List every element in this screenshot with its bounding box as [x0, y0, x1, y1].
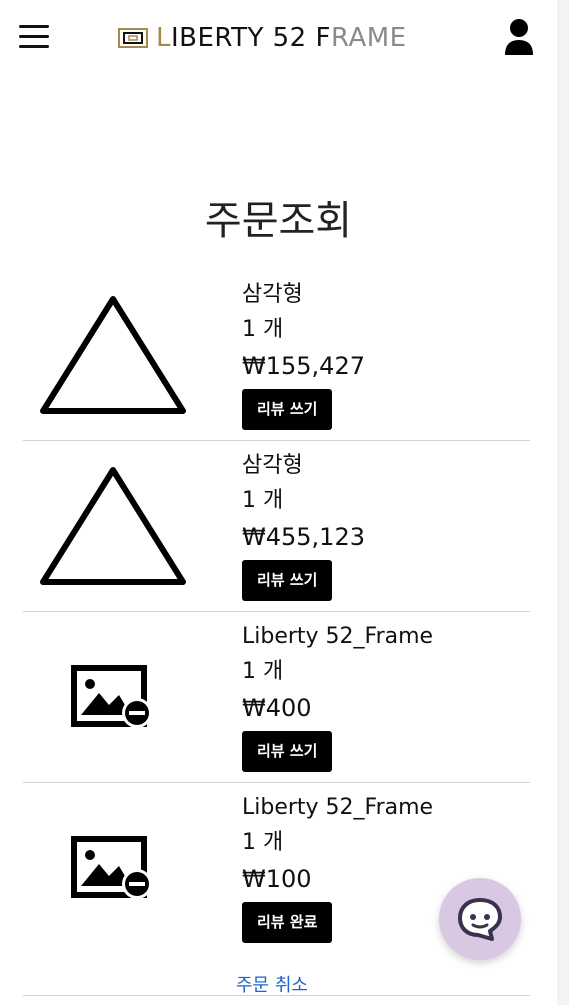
divider: [23, 995, 530, 996]
product-price: ₩455,123: [242, 523, 365, 551]
frame-logo-icon: [118, 28, 148, 48]
product-quantity: 1 개: [242, 830, 284, 855]
product-price: ₩400: [242, 694, 312, 722]
write-review-button[interactable]: 리뷰 쓰기: [242, 560, 333, 601]
cancel-order-link[interactable]: 주문 취소: [236, 971, 308, 997]
chat-button[interactable]: [439, 878, 521, 960]
product-thumbnail[interactable]: [23, 783, 203, 953]
user-icon[interactable]: [503, 18, 535, 56]
product-price: ₩155,427: [242, 352, 365, 380]
page: LIBERTY 52 FRAME 주문조회 삼각형 1 개 ₩155,427 리…: [0, 0, 557, 1005]
write-review-button[interactable]: 리뷰 쓰기: [242, 389, 333, 430]
scrollbar[interactable]: [557, 0, 569, 1005]
product-name: 삼각형: [242, 453, 303, 478]
triangle-image: [40, 296, 186, 414]
product-name: Liberty 52_Frame: [242, 624, 434, 649]
page-title: 주문조회: [204, 198, 353, 244]
write-review-button[interactable]: 리뷰 쓰기: [242, 731, 333, 772]
triangle-image: [40, 467, 186, 585]
order-info: 삼각형 1 개 ₩155,427 리뷰 쓰기: [242, 278, 365, 430]
product-name: Liberty 52_Frame: [242, 795, 434, 820]
product-thumbnail[interactable]: [23, 270, 203, 440]
product-thumbnail[interactable]: [23, 612, 203, 782]
order-info: Liberty 52_Frame 1 개 ₩400 리뷰 쓰기: [242, 620, 433, 772]
order-info: 삼각형 1 개 ₩455,123 리뷰 쓰기: [242, 449, 365, 601]
broken-image-icon: [71, 836, 152, 899]
order-list: 삼각형 1 개 ₩155,427 리뷰 쓰기 삼각형 1 개 ₩455,123 …: [23, 270, 530, 996]
product-price: ₩100: [242, 865, 312, 893]
review-complete-button[interactable]: 리뷰 완료: [242, 902, 333, 943]
hamburger-menu-icon[interactable]: [19, 25, 49, 49]
product-quantity: 1 개: [242, 488, 284, 513]
order-item: 삼각형 1 개 ₩155,427 리뷰 쓰기: [23, 270, 530, 441]
logo-text: LIBERTY 52 FRAME: [156, 23, 407, 53]
broken-image-icon: [71, 665, 152, 728]
order-item: 삼각형 1 개 ₩455,123 리뷰 쓰기: [23, 441, 530, 612]
product-name: 삼각형: [242, 282, 303, 307]
order-info: Liberty 52_Frame 1 개 ₩100 리뷰 완료: [242, 791, 433, 943]
logo[interactable]: LIBERTY 52 FRAME: [118, 22, 407, 54]
product-quantity: 1 개: [242, 659, 284, 684]
order-item: Liberty 52_Frame 1 개 ₩400 리뷰 쓰기: [23, 612, 530, 783]
product-quantity: 1 개: [242, 317, 284, 342]
product-thumbnail[interactable]: [23, 441, 203, 611]
chat-icon: [458, 898, 502, 941]
